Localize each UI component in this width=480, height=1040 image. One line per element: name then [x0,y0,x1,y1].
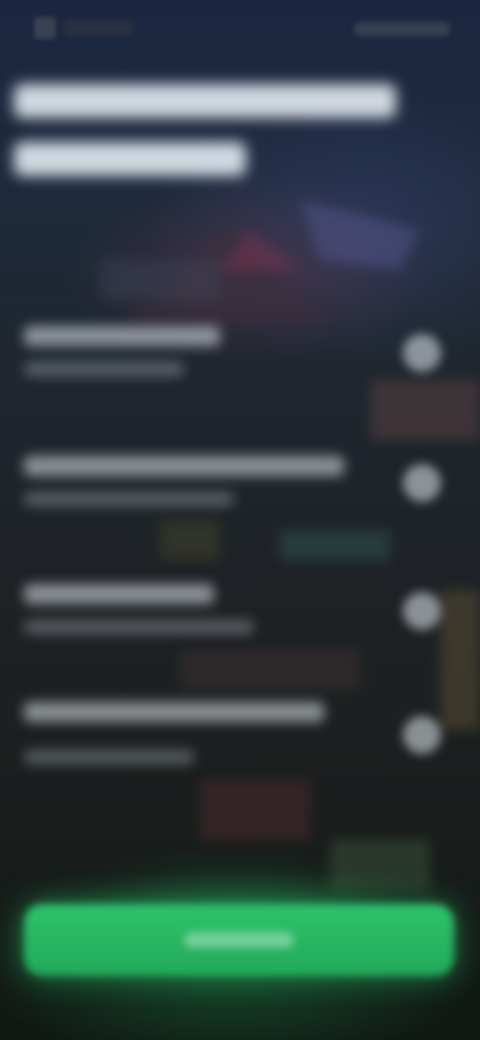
top-right-action[interactable] [354,22,450,36]
option-item-4[interactable] [0,688,480,814]
continue-button[interactable] [24,904,454,976]
title-line-1 [14,84,396,118]
option-subtitle [24,492,234,506]
option-title [24,584,214,604]
app-logo-icon [34,17,56,39]
option-subtitle [24,362,184,376]
radio-circle-icon[interactable] [403,334,441,372]
app-screen [0,0,480,1040]
option-item-3[interactable] [0,562,480,688]
radio-circle-icon[interactable] [403,464,441,502]
radio-circle-icon[interactable] [403,592,441,630]
option-title [24,326,220,346]
continue-button-label [184,932,294,948]
title-line-2 [14,142,246,176]
option-list [0,310,480,814]
option-item-2[interactable] [0,436,480,562]
radio-circle-icon[interactable] [403,716,441,754]
app-name [64,20,134,36]
option-subtitle [24,750,194,764]
option-title [24,702,324,722]
option-title [24,456,344,476]
page-title [14,84,434,200]
option-item-1[interactable] [0,310,480,436]
option-subtitle [24,620,254,634]
top-bar [0,0,480,62]
